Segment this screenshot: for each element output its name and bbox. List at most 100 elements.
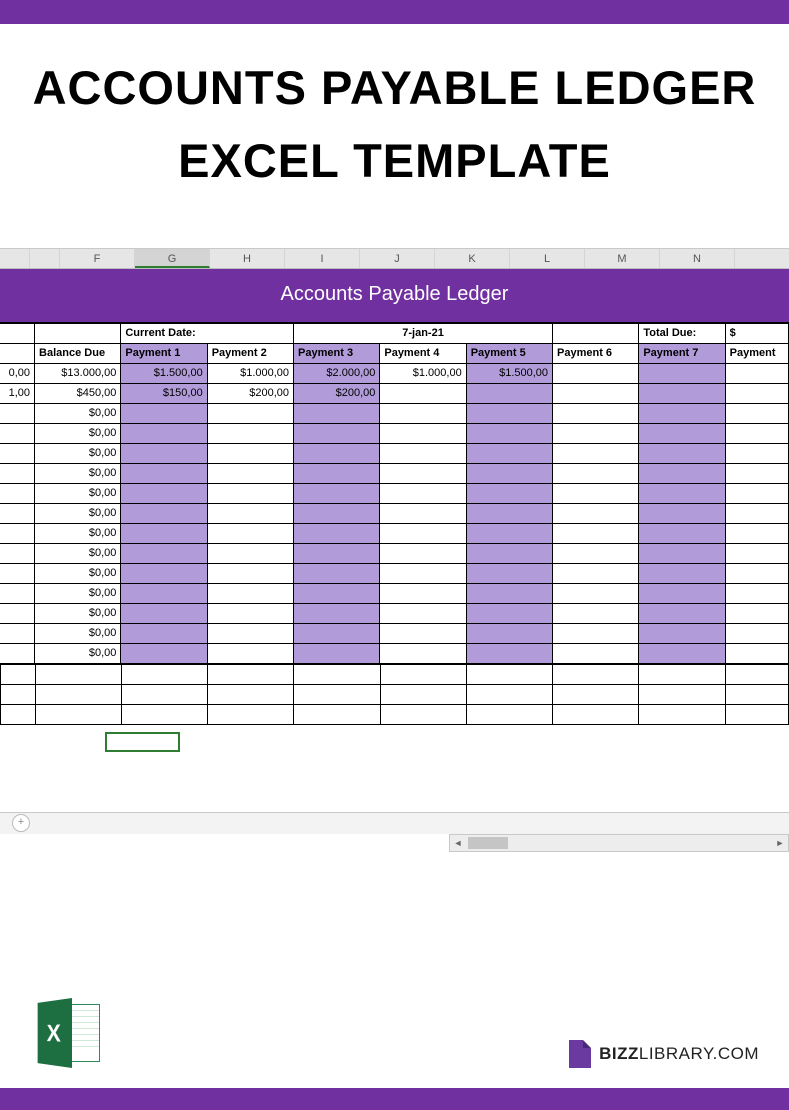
current-date-value[interactable]: 7-jan-21 <box>294 323 553 343</box>
cell-p6[interactable] <box>553 503 639 523</box>
cell-p8[interactable] <box>725 603 788 623</box>
cell-p8[interactable] <box>725 503 788 523</box>
cell-p5[interactable] <box>466 583 552 603</box>
cell-p4[interactable] <box>380 563 466 583</box>
cell-p2[interactable] <box>207 543 293 563</box>
cell-p4[interactable] <box>380 443 466 463</box>
cell-p8[interactable] <box>725 363 788 383</box>
cell-balance[interactable]: $450,00 <box>35 383 121 403</box>
cell-p5[interactable] <box>466 603 552 623</box>
cell-p3[interactable] <box>294 643 380 663</box>
cell-p3[interactable] <box>294 463 380 483</box>
cell-p7[interactable] <box>639 463 725 483</box>
cell-balance[interactable]: $0,00 <box>35 423 121 443</box>
cell-p6[interactable] <box>553 643 639 663</box>
cell-lead[interactable] <box>0 523 35 543</box>
cell-p6[interactable] <box>553 403 639 423</box>
col-header-H[interactable]: H <box>210 249 285 268</box>
cell-p8[interactable] <box>725 623 788 643</box>
hdr-payment-5[interactable]: Payment 5 <box>466 343 552 363</box>
cell-p2[interactable] <box>207 643 293 663</box>
cell-lead[interactable] <box>0 423 35 443</box>
cell-p6[interactable] <box>553 543 639 563</box>
cell-p3[interactable] <box>294 423 380 443</box>
cell-p8[interactable] <box>725 583 788 603</box>
cell-p3[interactable] <box>294 443 380 463</box>
cell-p8[interactable] <box>725 463 788 483</box>
cell-p5[interactable] <box>466 403 552 423</box>
cell-p6[interactable] <box>553 583 639 603</box>
cell-p8[interactable] <box>725 443 788 463</box>
cell-lead[interactable] <box>0 563 35 583</box>
empty-row[interactable] <box>1 664 789 684</box>
cell-p4[interactable] <box>380 603 466 623</box>
cell-p6[interactable] <box>553 443 639 463</box>
cell-p5[interactable] <box>466 643 552 663</box>
hdr-payment-7[interactable]: Payment 7 <box>639 343 725 363</box>
cell-p8[interactable] <box>725 563 788 583</box>
cell-p2[interactable] <box>207 503 293 523</box>
current-date-label[interactable]: Current Date: <box>121 323 294 343</box>
cell-p5[interactable] <box>466 563 552 583</box>
cell-p7[interactable] <box>639 643 725 663</box>
cell-p7[interactable] <box>639 483 725 503</box>
cell-balance[interactable]: $0,00 <box>35 623 121 643</box>
cell-balance[interactable]: $0,00 <box>35 643 121 663</box>
cell-p2[interactable] <box>207 443 293 463</box>
cell-p5[interactable] <box>466 523 552 543</box>
cell-p3[interactable]: $200,00 <box>294 383 380 403</box>
cell-p1[interactable] <box>121 403 207 423</box>
col-header-L[interactable]: L <box>510 249 585 268</box>
cell-p7[interactable] <box>639 623 725 643</box>
cell-lead[interactable] <box>0 643 35 663</box>
hdr-balance-due[interactable]: Balance Due <box>35 343 121 363</box>
cell-balance[interactable]: $0,00 <box>35 523 121 543</box>
scroll-right-icon[interactable]: ► <box>772 835 788 851</box>
cell-p8[interactable] <box>725 643 788 663</box>
cell-p2[interactable] <box>207 403 293 423</box>
cell-lead[interactable]: 1,00 <box>0 383 35 403</box>
cell-p4[interactable]: $1.000,00 <box>380 363 466 383</box>
cell-p4[interactable] <box>380 643 466 663</box>
cell-balance[interactable]: $0,00 <box>35 483 121 503</box>
cell-p6[interactable] <box>553 423 639 443</box>
cell-p5[interactable] <box>466 423 552 443</box>
cell-p7[interactable] <box>639 543 725 563</box>
cell-p1[interactable] <box>121 583 207 603</box>
cell-p6[interactable] <box>553 383 639 403</box>
cell-balance[interactable]: $0,00 <box>35 443 121 463</box>
col-header-G[interactable]: G <box>135 249 210 268</box>
cell-lead[interactable] <box>0 503 35 523</box>
cell-p1[interactable] <box>121 543 207 563</box>
cell-p1[interactable] <box>121 623 207 643</box>
hdr-payment-4[interactable]: Payment 4 <box>380 343 466 363</box>
cell-p8[interactable] <box>725 483 788 503</box>
cell-p2[interactable] <box>207 603 293 623</box>
cell-lead[interactable] <box>0 483 35 503</box>
cell-balance[interactable]: $0,00 <box>35 403 121 423</box>
cell-p7[interactable] <box>639 423 725 443</box>
col-header-J[interactable]: J <box>360 249 435 268</box>
cell-p2[interactable] <box>207 523 293 543</box>
cell-lead[interactable]: 0,00 <box>0 363 35 383</box>
cell-p1[interactable] <box>121 423 207 443</box>
cell-p7[interactable] <box>639 603 725 623</box>
horizontal-scrollbar[interactable]: ◄ ► <box>449 834 789 852</box>
cell-p2[interactable] <box>207 583 293 603</box>
cell-p3[interactable] <box>294 403 380 423</box>
cell-p1[interactable] <box>121 563 207 583</box>
cell-p7[interactable] <box>639 563 725 583</box>
cell-p6[interactable] <box>553 363 639 383</box>
cell-p5[interactable] <box>466 383 552 403</box>
cell-p4[interactable] <box>380 523 466 543</box>
cell-p4[interactable] <box>380 503 466 523</box>
cell-p5[interactable] <box>466 623 552 643</box>
cell-p5[interactable] <box>466 443 552 463</box>
cell-p2[interactable] <box>207 623 293 643</box>
cell-p2[interactable]: $1.000,00 <box>207 363 293 383</box>
cell-p7[interactable] <box>639 403 725 423</box>
total-due-label[interactable]: Total Due: <box>639 323 725 343</box>
cell-p3[interactable] <box>294 583 380 603</box>
cell-p7[interactable] <box>639 583 725 603</box>
scroll-left-icon[interactable]: ◄ <box>450 835 466 851</box>
